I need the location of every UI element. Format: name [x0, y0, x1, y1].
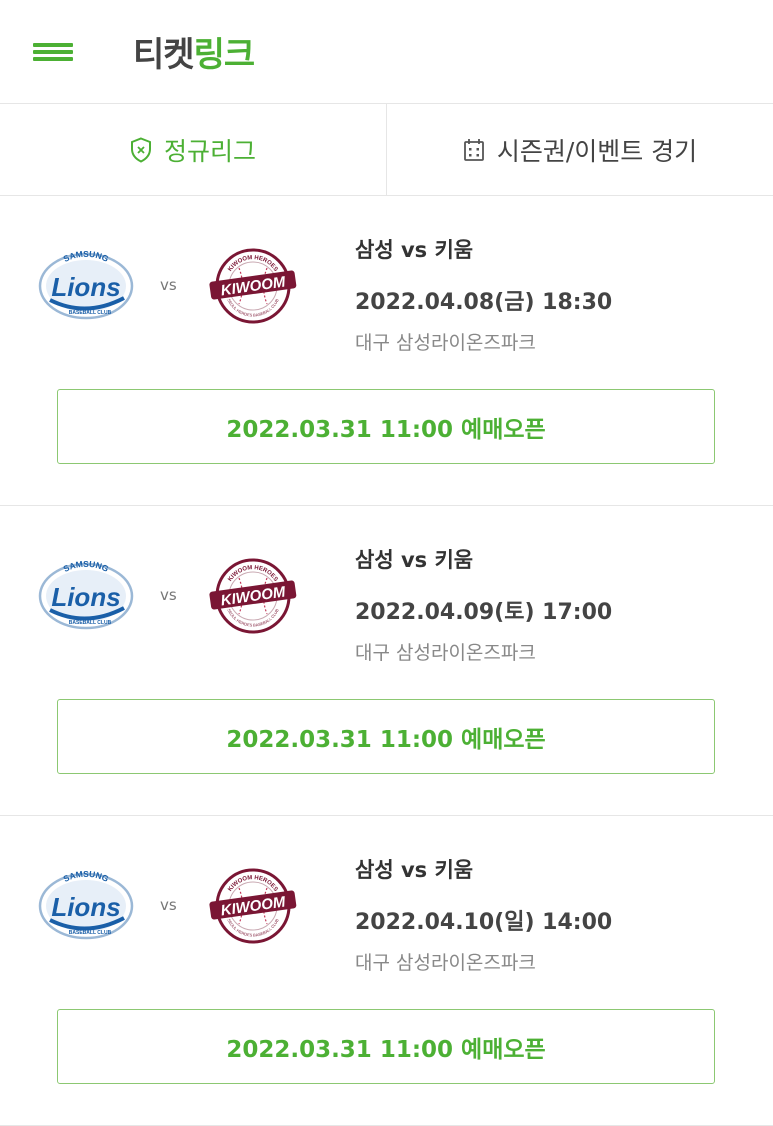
svg-text:Lions: Lions [51, 582, 120, 612]
shield-icon [130, 136, 151, 163]
kiwoom-heroes-logo: KIWOOM HEROES SEOUL HEROES BASEBALL CLUB… [209, 868, 297, 944]
game-info: 삼성 vs 키움 2022.04.08(금) 18:30 대구 삼성라이온즈파크 [355, 234, 612, 355]
tab-bar: 정규리그 시즌권/이벤트 경기 [0, 104, 773, 196]
tab-label: 시즌권/이벤트 경기 [496, 136, 698, 166]
calendar-icon [463, 138, 484, 161]
team-logos: SAMSUNG Lions BASEBALL CLUB vs KIWOOM HE… [36, 244, 306, 328]
matchup-title: 삼성 vs 키움 [355, 548, 474, 572]
app-header: 티켓 링크 [0, 0, 773, 104]
game-datetime: 2022.04.09(토) 17:00 [355, 600, 613, 625]
game-info: 삼성 vs 키움 2022.04.09(토) 17:00 대구 삼성라이온즈파크 [355, 544, 612, 665]
app-logo[interactable]: 티켓 링크 [133, 27, 256, 76]
game-datetime: 2022.04.10(일) 14:00 [355, 910, 613, 935]
samsung-lions-logo: SAMSUNG Lions BASEBALL CLUB [38, 559, 134, 630]
game-item: SAMSUNG Lions BASEBALL CLUB vs KIWOOM HE… [0, 506, 773, 816]
svg-text:BASEBALL CLUB: BASEBALL CLUB [69, 310, 112, 316]
svg-text:BASEBALL CLUB: BASEBALL CLUB [69, 620, 112, 626]
team-logos: SAMSUNG Lions BASEBALL CLUB vs KIWOOM HE… [36, 864, 306, 948]
game-info: 삼성 vs 키움 2022.04.10(일) 14:00 대구 삼성라이온즈파크 [355, 854, 612, 975]
matchup-title: 삼성 vs 키움 [355, 858, 474, 882]
game-list: SAMSUNG Lions BASEBALL CLUB vs KIWOOM HE… [0, 196, 773, 1126]
ticket-open-button[interactable]: 2022.03.31 11:00 예매오픈 [57, 699, 715, 774]
ticket-open-button[interactable]: 2022.03.31 11:00 예매오픈 [57, 389, 715, 464]
vs-label: vs [160, 276, 177, 294]
samsung-lions-logo: SAMSUNG Lions BASEBALL CLUB [38, 869, 134, 940]
logo-text-ticket: 티켓 [133, 35, 195, 75]
kiwoom-heroes-logo: KIWOOM HEROES SEOUL HEROES BASEBALL CLUB… [209, 558, 297, 634]
matchup-title: 삼성 vs 키움 [355, 238, 474, 262]
tab-label: 정규리그 [163, 136, 256, 166]
tab-regular-league[interactable]: 정규리그 [0, 104, 386, 195]
game-venue: 대구 삼성라이온즈파크 [355, 332, 536, 354]
game-venue: 대구 삼성라이온즈파크 [355, 952, 536, 974]
kiwoom-heroes-logo: KIWOOM HEROES SEOUL HEROES BASEBALL CLUB… [209, 248, 297, 324]
tab-season-event[interactable]: 시즌권/이벤트 경기 [386, 104, 773, 195]
vs-label: vs [160, 896, 177, 914]
game-item: SAMSUNG Lions BASEBALL CLUB vs KIWOOM HE… [0, 196, 773, 506]
svg-text:BASEBALL CLUB: BASEBALL CLUB [69, 930, 112, 936]
game-venue: 대구 삼성라이온즈파크 [355, 642, 536, 664]
logo-text-link: 링크 [193, 35, 256, 75]
hamburger-menu-icon[interactable] [33, 37, 73, 67]
svg-text:Lions: Lions [51, 892, 120, 922]
team-logos: SAMSUNG Lions BASEBALL CLUB vs KIWOOM HE… [36, 554, 306, 638]
game-datetime: 2022.04.08(금) 18:30 [355, 290, 613, 315]
svg-text:Lions: Lions [51, 272, 120, 302]
samsung-lions-logo: SAMSUNG Lions BASEBALL CLUB [38, 249, 134, 320]
ticket-open-button[interactable]: 2022.03.31 11:00 예매오픈 [57, 1009, 715, 1084]
vs-label: vs [160, 586, 177, 604]
game-item: SAMSUNG Lions BASEBALL CLUB vs KIWOOM HE… [0, 816, 773, 1126]
